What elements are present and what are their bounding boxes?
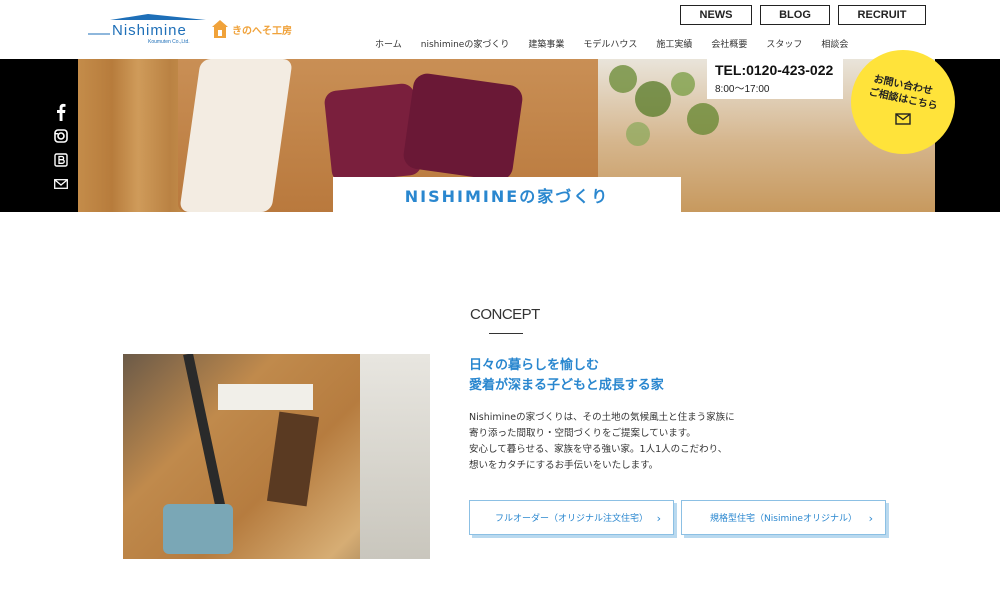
page-title: NISHIMINEの家づくり — [404, 186, 610, 206]
nav-housebuilding[interactable]: nishimineの家づくり — [421, 37, 510, 50]
nav-works[interactable]: 施工実績 — [656, 37, 692, 50]
body-line-4: 想いをカタチにするお手伝いをいたします。 — [469, 460, 659, 471]
kitchen-shape — [218, 384, 313, 410]
nav-home[interactable]: ホーム — [375, 37, 402, 50]
concept-photo — [123, 354, 430, 559]
mail-icon[interactable] — [52, 175, 70, 193]
business-hours: 8:00～17:00 — [715, 84, 770, 95]
facebook-icon[interactable] — [52, 103, 70, 121]
instagram-icon[interactable] — [52, 127, 70, 145]
logo-subtitle: Koumuten Co.,Ltd. — [148, 39, 190, 45]
nav-company[interactable]: 会社概要 — [711, 37, 747, 50]
nav-construction[interactable]: 建築事業 — [528, 37, 564, 50]
chevron-right-icon: › — [656, 512, 661, 525]
headline-line-1: 日々の暮らしを愉しむ — [469, 358, 600, 373]
body-line-3: 安心して暮らせる、家族を守る強い家。1人1人のこだわり、 — [469, 444, 728, 455]
nav-model-house[interactable]: モデルハウス — [583, 37, 637, 50]
global-nav: ホーム nishimineの家づくり 建築事業 モデルハウス 施工実績 会社概要… — [375, 37, 867, 50]
tel-number: TEL:0120-423-022 — [715, 62, 834, 78]
headline-line-2: 愛着が深まる子どもと成長する家 — [469, 378, 664, 393]
hero-banner: TEL:0120-423-022 8:00～17:00 NISHIMINEの家づ… — [0, 59, 1000, 212]
blog-icon[interactable] — [52, 151, 70, 169]
concept-body: Nishimineの家づくりは、その土地の気候風土と住まう家族に 寄り添った間取… — [469, 410, 735, 474]
chair-shape — [163, 504, 233, 554]
body-line-2: 寄り添った間取り・空間づくりをご提案しています。 — [469, 428, 696, 439]
standard-house-button[interactable]: 規格型住宅（Nisimineオリジナル） › — [681, 500, 886, 535]
news-button[interactable]: NEWS — [680, 5, 752, 25]
pillow-shape — [401, 71, 525, 183]
hero-title-box: NISHIMINEの家づくり — [333, 177, 681, 212]
concept-divider — [489, 333, 523, 334]
table-shape — [266, 411, 320, 507]
sns-links — [52, 103, 70, 199]
chevron-right-icon: › — [868, 512, 873, 525]
standard-house-label: 規格型住宅（Nisimineオリジナル） — [710, 514, 857, 524]
body-line-1: Nishimineの家づくりは、その土地の気候風土と住まう家族に — [469, 412, 735, 423]
site-logo[interactable]: Nishimine Koumuten Co.,Ltd. — [88, 12, 206, 46]
contact-button[interactable]: お問い合わせ ご相談はこちら — [851, 50, 955, 154]
logo-text: Nishimine — [112, 22, 187, 39]
full-order-label: フルオーダー（オリジナル注文住宅） — [494, 514, 648, 524]
sister-brand-text: きのへそ工房 — [232, 25, 292, 37]
mail-icon — [895, 113, 911, 125]
wall-shape — [360, 354, 430, 559]
top-buttons: NEWS BLOG RECRUIT — [680, 5, 926, 25]
sister-brand-logo[interactable]: きのへそ工房 — [212, 18, 292, 40]
concept-label: CONCEPT — [470, 306, 540, 323]
house-icon — [212, 20, 228, 38]
full-order-button[interactable]: フルオーダー（オリジナル注文住宅） › — [469, 500, 674, 535]
tel-box[interactable]: TEL:0120-423-022 8:00～17:00 — [707, 59, 843, 99]
recruit-button[interactable]: RECRUIT — [838, 5, 926, 25]
nav-consultation[interactable]: 相談会 — [821, 37, 848, 50]
blog-button[interactable]: BLOG — [760, 5, 830, 25]
concept-headline: 日々の暮らしを愉しむ 愛着が深まる子どもと成長する家 — [469, 356, 664, 396]
nav-staff[interactable]: スタッフ — [766, 37, 802, 50]
